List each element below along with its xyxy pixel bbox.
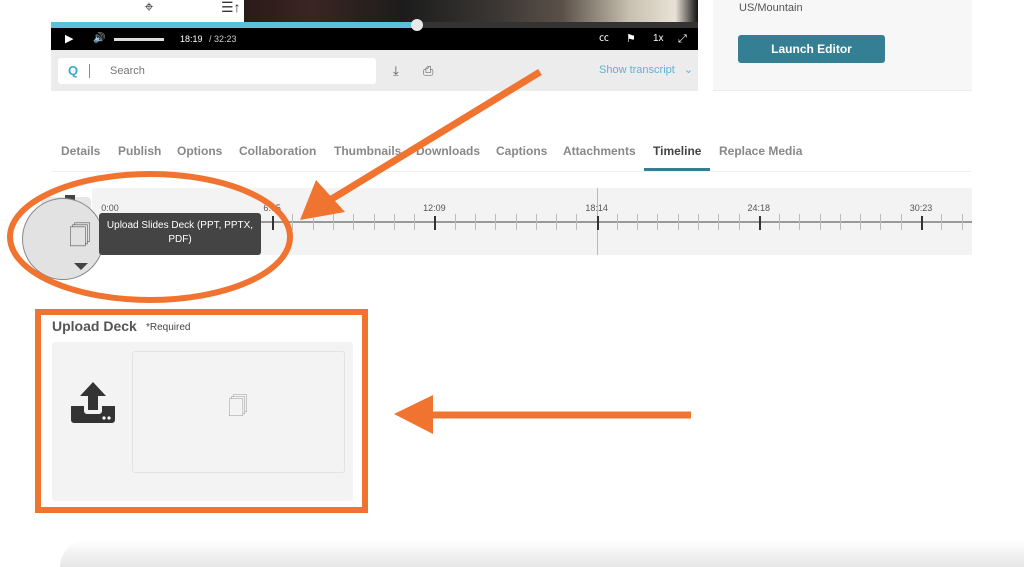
timeline-minor-tick <box>839 214 841 230</box>
show-transcript-toggle[interactable]: Show transcript ⌄ <box>599 63 693 76</box>
timeline-minor-tick <box>474 214 476 230</box>
timeline-minor-tick <box>637 214 639 230</box>
tab-publish[interactable]: Publish <box>118 144 161 158</box>
timeline-minor-tick <box>414 214 416 230</box>
crosshair-icon[interactable]: ⌖ <box>140 0 158 18</box>
timeline-major-tick <box>758 216 761 230</box>
playback-speed[interactable]: 1x <box>653 32 664 46</box>
side-panel: US/Mountain Launch Editor <box>713 0 972 91</box>
timeline-tick-label: 24:18 <box>747 203 771 213</box>
player-toolbar: ⌖ ☰↑ <box>51 0 244 22</box>
timeline-minor-tick <box>819 214 821 230</box>
timeline-minor-tick <box>576 214 578 230</box>
search-icon: Q <box>68 63 79 78</box>
timeline-minor-tick <box>556 214 558 230</box>
chevron-down-icon: ⌄ <box>683 64 694 76</box>
list-sort-icon[interactable]: ☰↑ <box>221 0 241 14</box>
play-icon[interactable]: ▶ <box>65 32 73 46</box>
search-divider <box>89 64 90 78</box>
timeline-minor-tick <box>535 214 537 230</box>
timeline-minor-tick <box>292 214 294 230</box>
timeline-minor-tick <box>616 214 618 230</box>
caret-down-icon <box>74 263 88 270</box>
tab-options[interactable]: Options <box>177 144 222 158</box>
tab-downloads[interactable]: Downloads <box>416 144 480 158</box>
timeline-minor-tick <box>860 214 862 230</box>
timeline-tick-label: 12:09 <box>423 203 446 213</box>
volume-slider[interactable] <box>114 38 164 41</box>
current-time: 18:19 <box>180 34 203 44</box>
timeline-minor-tick <box>657 214 659 230</box>
timeline-tick-label: 6:05 <box>263 203 281 213</box>
tab-details[interactable]: Details <box>61 144 100 158</box>
tooltip-line-1: Upload Slides Deck (PPT, PPTX, <box>106 220 254 231</box>
annotation-arrow-left-head <box>394 395 433 434</box>
timeline-minor-tick <box>718 214 720 230</box>
timeline-minor-tick <box>495 214 497 230</box>
download-icon[interactable]: ⤓ <box>393 63 399 79</box>
annotation-arrow-diagonal-shaft <box>328 69 542 203</box>
timeline-minor-tick <box>312 214 314 230</box>
timeline-minor-tick <box>941 214 943 230</box>
tab-bar: Details Publish Options Collaboration Th… <box>51 138 971 172</box>
fullscreen-icon[interactable]: ⤢ <box>678 32 687 46</box>
document-icon: 🗍 <box>228 396 248 418</box>
transcript-search[interactable]: Q <box>58 58 376 84</box>
timeline-minor-tick <box>677 214 679 230</box>
transcript-bar: Q ⤓ ⎙ Show transcript ⌄ <box>51 50 698 91</box>
timeline-tick-label: 0:00 <box>101 203 119 213</box>
tab-replace-media[interactable]: Replace Media <box>719 144 802 158</box>
timeline-minor-tick <box>779 214 781 230</box>
upload-slides-tooltip: Upload Slides Deck (PPT, PPTX, PDF) <box>99 213 261 255</box>
timezone-value: US/Mountain <box>739 2 803 14</box>
duration: / 32:23 <box>209 34 237 44</box>
timeline-major-tick <box>272 216 275 230</box>
show-transcript-label: Show transcript <box>599 64 675 76</box>
video-frame[interactable] <box>244 0 698 22</box>
timeline-minor-tick <box>880 214 882 230</box>
print-icon[interactable]: ⎙ <box>423 63 433 79</box>
timeline-minor-tick <box>799 214 801 230</box>
magnifier-callout: 🗍 <box>22 198 104 280</box>
timeline-major-tick <box>434 216 437 230</box>
launch-editor-button[interactable]: Launch Editor <box>738 35 885 63</box>
required-label: *Required <box>146 322 191 333</box>
timeline-minor-tick <box>697 214 699 230</box>
upload-deck-title: Upload Deck <box>52 318 137 334</box>
timeline-minor-tick <box>961 214 963 230</box>
flag-icon[interactable]: ⚑ <box>626 32 636 46</box>
upload-icon[interactable] <box>69 380 117 426</box>
timeline-minor-tick <box>373 214 375 230</box>
timeline-major-tick <box>596 216 599 230</box>
volume-icon[interactable]: 🔊 <box>93 32 105 46</box>
active-tab-indicator <box>644 168 710 171</box>
tab-thumbnails[interactable]: Thumbnails <box>334 144 401 158</box>
timeline-minor-tick <box>454 214 456 230</box>
search-input[interactable] <box>110 62 360 80</box>
tab-collaboration[interactable]: Collaboration <box>239 144 316 158</box>
timeline-tick-label: 18:14 <box>585 203 608 213</box>
tab-captions[interactable]: Captions <box>496 144 547 158</box>
tab-attachments[interactable]: Attachments <box>563 144 636 158</box>
player-controls: ▶ 🔊 18:19 / 32:23 ㏄ ⚑ 1x ⤢ <box>51 28 698 50</box>
closed-captions-icon[interactable]: ㏄ <box>599 32 609 46</box>
video-player[interactable]: ⌖ ☰↑ ▶ 🔊 18:19 / 32:23 ㏄ ⚑ 1x ⤢ <box>51 0 698 50</box>
tooltip-line-2: PDF) <box>168 234 192 245</box>
upload-deck-area: 🗍 <box>52 342 353 501</box>
file-drop-zone[interactable]: 🗍 <box>132 351 345 473</box>
timeline-tick-label: 30:23 <box>909 203 933 213</box>
timeline-minor-tick <box>900 214 902 230</box>
slides-document-icon[interactable]: 🗍 <box>69 219 91 257</box>
timeline-minor-tick <box>515 214 517 230</box>
tab-timeline[interactable]: Timeline <box>653 144 701 158</box>
timeline-minor-tick <box>738 214 740 230</box>
bottom-shadow <box>60 540 1024 567</box>
timeline-minor-tick <box>353 214 355 230</box>
timeline-major-tick <box>921 216 923 230</box>
timeline-minor-tick <box>393 214 395 230</box>
timeline-minor-tick <box>333 214 335 230</box>
